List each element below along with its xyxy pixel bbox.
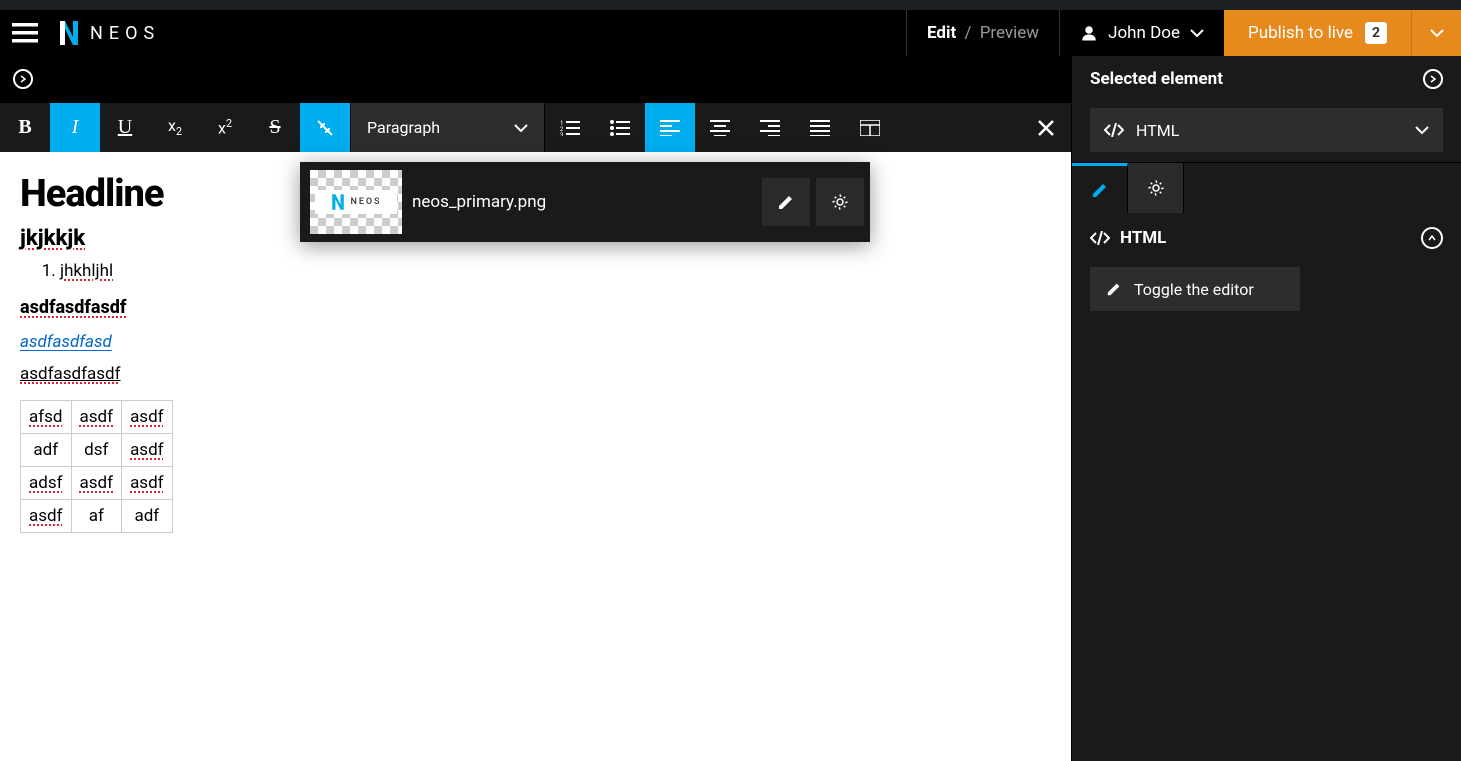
chevron-down-icon xyxy=(1190,29,1204,37)
align-center-button[interactable] xyxy=(695,103,745,153)
table-row: asdfafadf xyxy=(21,500,173,533)
toggle-editor-label: Toggle the editor xyxy=(1134,280,1254,299)
table-button[interactable] xyxy=(845,103,895,153)
inspector-title: Selected element xyxy=(1090,69,1223,89)
asset-filename: neos_primary.png xyxy=(412,192,762,212)
asset-thumbnail-text: NEOS xyxy=(350,197,381,207)
element-type-label: HTML xyxy=(1136,121,1179,140)
align-center-icon xyxy=(710,120,730,136)
svg-text:3: 3 xyxy=(560,132,563,136)
publish-label: Publish to live xyxy=(1248,23,1353,43)
brand-logo: NEOS xyxy=(58,19,160,47)
pencil-icon xyxy=(777,193,795,211)
subheadline[interactable]: jkjkkjk xyxy=(20,226,85,251)
richtext-toolbar: B I U x2 x2 S Paragraph 123 xyxy=(0,102,1071,152)
close-icon xyxy=(1037,119,1055,137)
left-panel-toggle[interactable] xyxy=(0,56,46,102)
paragraph-format-dropdown[interactable]: Paragraph xyxy=(350,103,545,153)
superscript-button[interactable]: x2 xyxy=(200,103,250,153)
element-type-dropdown[interactable]: HTML xyxy=(1090,108,1443,152)
unordered-list-button[interactable] xyxy=(595,103,645,153)
chevron-up-icon xyxy=(1428,235,1436,241)
close-toolbar-button[interactable] xyxy=(1021,103,1071,153)
gear-icon xyxy=(1147,179,1165,197)
neos-logo-icon xyxy=(58,19,80,47)
align-justify-icon xyxy=(810,120,830,136)
content-canvas[interactable]: Headline jkjkkjk jhkhljhl asdfasdfasdf a… xyxy=(0,152,1071,761)
hamburger-icon xyxy=(12,23,38,43)
underline-paragraph[interactable]: asdfasdfasdf xyxy=(20,364,121,384)
tab-settings[interactable] xyxy=(1128,163,1184,213)
unlink-button[interactable] xyxy=(300,103,350,153)
align-right-button[interactable] xyxy=(745,103,795,153)
align-left-button[interactable] xyxy=(645,103,695,153)
asset-settings-button[interactable] xyxy=(816,178,864,226)
subscript-button[interactable]: x2 xyxy=(150,103,200,153)
right-panel-toggle[interactable] xyxy=(1423,69,1443,89)
table-row: afsdasdfasdf xyxy=(21,401,173,434)
ordered-list-button[interactable]: 123 xyxy=(545,103,595,153)
underline-button[interactable]: U xyxy=(100,103,150,153)
chevron-right-icon xyxy=(1430,75,1436,83)
chevron-down-icon xyxy=(1430,29,1444,37)
edit-mode-label: Edit xyxy=(927,23,956,43)
table-icon xyxy=(860,120,880,136)
pencil-icon xyxy=(1091,181,1109,199)
code-icon xyxy=(1104,123,1124,137)
publish-button[interactable]: Publish to live 2 xyxy=(1224,10,1411,56)
property-group-header[interactable]: HTML xyxy=(1072,213,1461,263)
format-dropdown-label: Paragraph xyxy=(367,118,440,137)
align-right-icon xyxy=(760,120,780,136)
unordered-list-icon xyxy=(610,120,630,136)
preview-mode-label: Preview xyxy=(980,23,1039,43)
list-item[interactable]: jhkhljhl xyxy=(60,261,113,281)
brand-wordmark: NEOS xyxy=(90,23,160,44)
table-row: adsfasdfasdf xyxy=(21,467,173,500)
chevron-right-icon xyxy=(20,75,26,83)
publish-count-badge: 2 xyxy=(1365,22,1387,44)
bold-paragraph[interactable]: asdfasdfasdf xyxy=(20,297,126,318)
ordered-list[interactable]: jhkhljhl xyxy=(60,261,1051,281)
italic-button[interactable]: I xyxy=(50,103,100,153)
property-group-label: HTML xyxy=(1120,228,1166,248)
chevron-down-icon xyxy=(1415,126,1429,134)
publish-dropdown-button[interactable] xyxy=(1411,10,1461,56)
user-icon xyxy=(1080,24,1098,42)
neos-logo-icon xyxy=(330,193,346,211)
inspector-tabs xyxy=(1072,163,1461,213)
user-menu[interactable]: John Doe xyxy=(1059,10,1224,56)
asset-link-popup: NEOS neos_primary.png xyxy=(300,162,870,242)
align-justify-button[interactable] xyxy=(795,103,845,153)
strikethrough-button[interactable]: S xyxy=(250,103,300,153)
inspector-panel: Selected element HTML HTML Toggle the ed… xyxy=(1071,56,1461,761)
asset-thumbnail: NEOS xyxy=(310,170,402,234)
ordered-list-icon: 123 xyxy=(560,120,580,136)
content-table[interactable]: afsdasdfasdf adfdsfasdf adsfasdfasdf asd… xyxy=(20,400,173,533)
table-row: adfdsfasdf xyxy=(21,434,173,467)
pencil-icon xyxy=(1106,281,1122,297)
tab-properties[interactable] xyxy=(1072,163,1128,213)
primary-topbar: NEOS Edit / Preview John Doe Publish to … xyxy=(0,10,1461,56)
chevron-down-icon xyxy=(514,124,528,132)
code-icon xyxy=(1090,231,1110,245)
gear-icon xyxy=(831,193,849,211)
user-name-label: John Doe xyxy=(1108,23,1180,43)
bold-button[interactable]: B xyxy=(0,103,50,153)
edit-preview-toggle[interactable]: Edit / Preview xyxy=(906,10,1059,56)
unlink-icon xyxy=(314,117,336,139)
align-left-icon xyxy=(660,120,680,136)
italic-link-text[interactable]: asdfasdfasd xyxy=(20,332,1051,352)
edit-asset-button[interactable] xyxy=(762,178,810,226)
toggle-editor-button[interactable]: Toggle the editor xyxy=(1090,267,1300,311)
menu-button[interactable] xyxy=(0,10,50,56)
os-titlebar-strip xyxy=(0,0,1461,10)
